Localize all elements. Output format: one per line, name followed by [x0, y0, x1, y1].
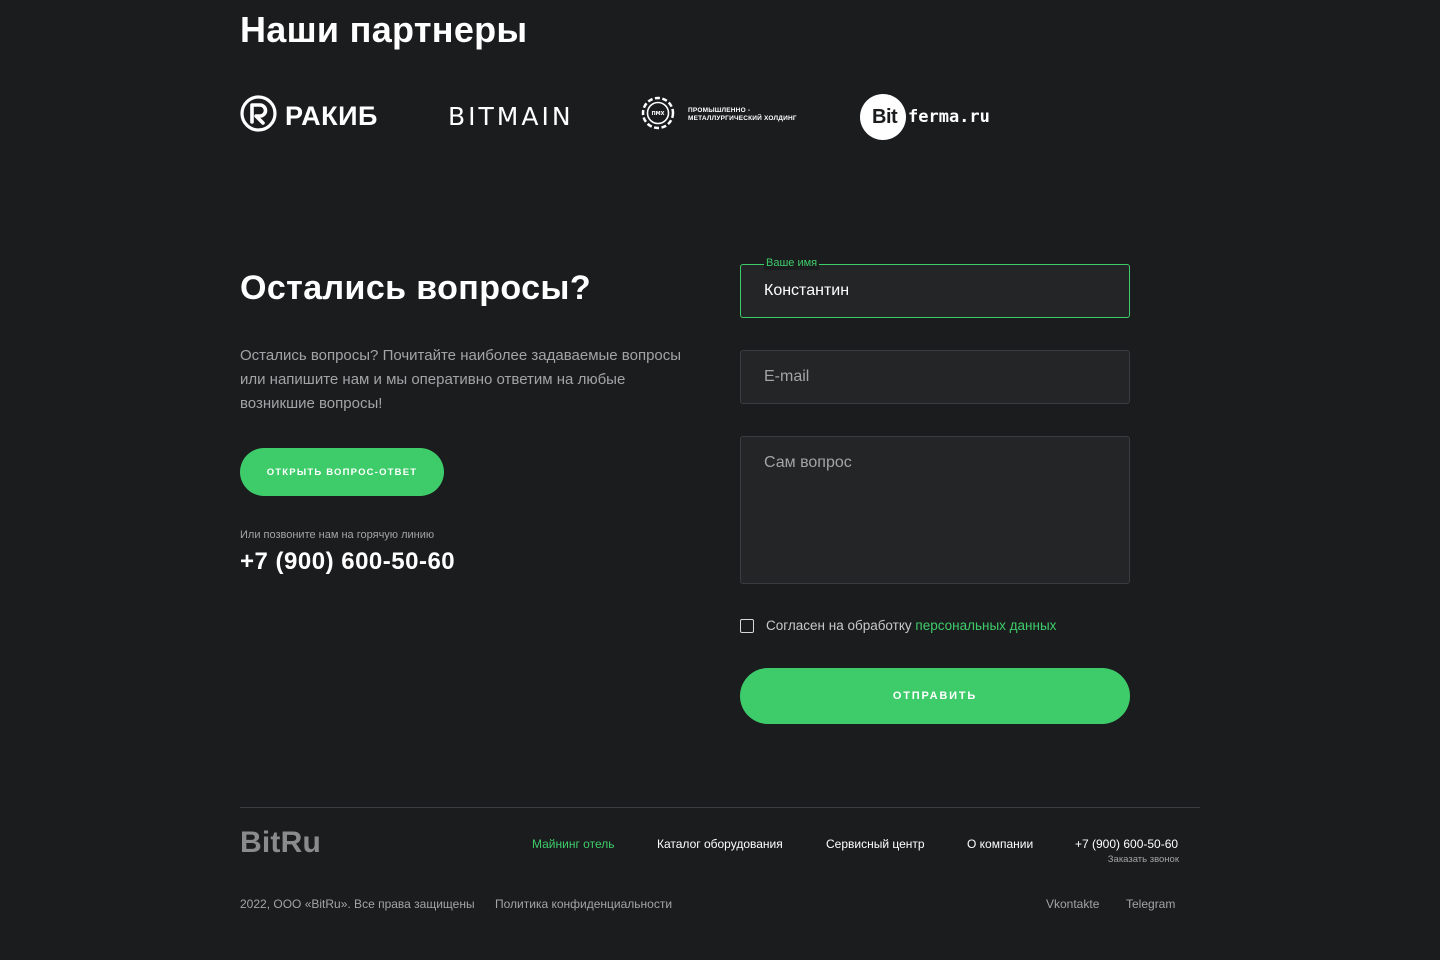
consent-text: Согласен на обработку: [766, 618, 916, 633]
social-telegram-link[interactable]: Telegram: [1126, 897, 1175, 911]
email-input[interactable]: [741, 351, 1129, 403]
consent-checkbox[interactable]: [740, 618, 754, 633]
footer-divider: [240, 807, 1200, 808]
request-callback-link[interactable]: Заказать звонок: [1108, 854, 1179, 865]
question-textarea[interactable]: [741, 437, 1129, 583]
footer-nav-service-center[interactable]: Сервисный центр: [826, 837, 925, 851]
footer-nav-mining-hotel[interactable]: Майнинг отель: [532, 837, 614, 851]
footer-phone[interactable]: +7 (900) 600-50-60: [1075, 837, 1178, 851]
partner-bitferma-logo[interactable]: Bit ferma.ru: [860, 94, 990, 140]
bitmain-wordmark: BITMAIN: [448, 101, 574, 131]
open-faq-button[interactable]: ОТКРЫТЬ ВОПРОС-ОТВЕТ: [240, 448, 444, 496]
questions-title: Остались вопросы?: [240, 269, 592, 307]
rakib-logo-icon: [240, 95, 277, 137]
partner-bitmain-logo[interactable]: BITMAIN: [448, 101, 574, 131]
email-field: [740, 350, 1130, 404]
footer-nav-about[interactable]: О компании: [967, 837, 1033, 851]
privacy-policy-link[interactable]: Политика конфиденциальности: [495, 897, 672, 911]
hotline-phone[interactable]: +7 (900) 600-50-60: [240, 548, 455, 576]
name-input[interactable]: [741, 265, 1129, 317]
pmh-caption-line1: ПРОМЫШЛЕННО -: [688, 107, 751, 114]
partner-pmh-logo[interactable]: ПМХ ПРОМЫШЛЕННО - МЕТАЛЛУРГИЧЕСКИЙ ХОЛДИ…: [640, 96, 797, 134]
consent-label: Согласен на обработку персональных данны…: [766, 618, 1056, 633]
hotline-label: Или позвоните нам на горячую линию: [240, 529, 435, 541]
bitferma-suffix-text: ferma.ru: [908, 107, 990, 127]
partners-title: Наши партнеры: [240, 9, 528, 50]
social-vkontakte-link[interactable]: Vkontakte: [1046, 897, 1099, 911]
personal-data-link[interactable]: персональных данных: [915, 618, 1056, 633]
question-field: [740, 436, 1130, 584]
pmh-caption-line2: МЕТАЛЛУРГИЧЕСКИЙ ХОЛДИНГ: [688, 115, 797, 122]
pmh-badge-text: ПМХ: [651, 111, 664, 117]
partner-rakib-logo[interactable]: РАКИБ: [240, 95, 378, 137]
footer-copyright: 2022, ООО «BitRu». Все права защищены: [240, 897, 475, 911]
questions-description: Остались вопросы? Почитайте наиболее зад…: [240, 347, 682, 412]
footer-logo[interactable]: BitRu: [240, 826, 321, 860]
footer-nav-catalog[interactable]: Каталог оборудования: [657, 837, 783, 851]
pmh-caption: ПРОМЫШЛЕННО - МЕТАЛЛУРГИЧЕСКИЙ ХОЛДИНГ: [688, 107, 797, 123]
submit-button[interactable]: ОТПРАВИТЬ: [740, 668, 1130, 724]
bitferma-suffix: ferma.ru: [890, 107, 990, 127]
rakib-wordmark: РАКИБ: [285, 100, 378, 131]
name-field: [740, 264, 1130, 318]
consent-row: Согласен на обработку персональных данны…: [740, 618, 1056, 633]
name-field-label: Ваше имя: [764, 257, 820, 270]
pmh-emblem-icon: ПМХ: [640, 95, 676, 136]
